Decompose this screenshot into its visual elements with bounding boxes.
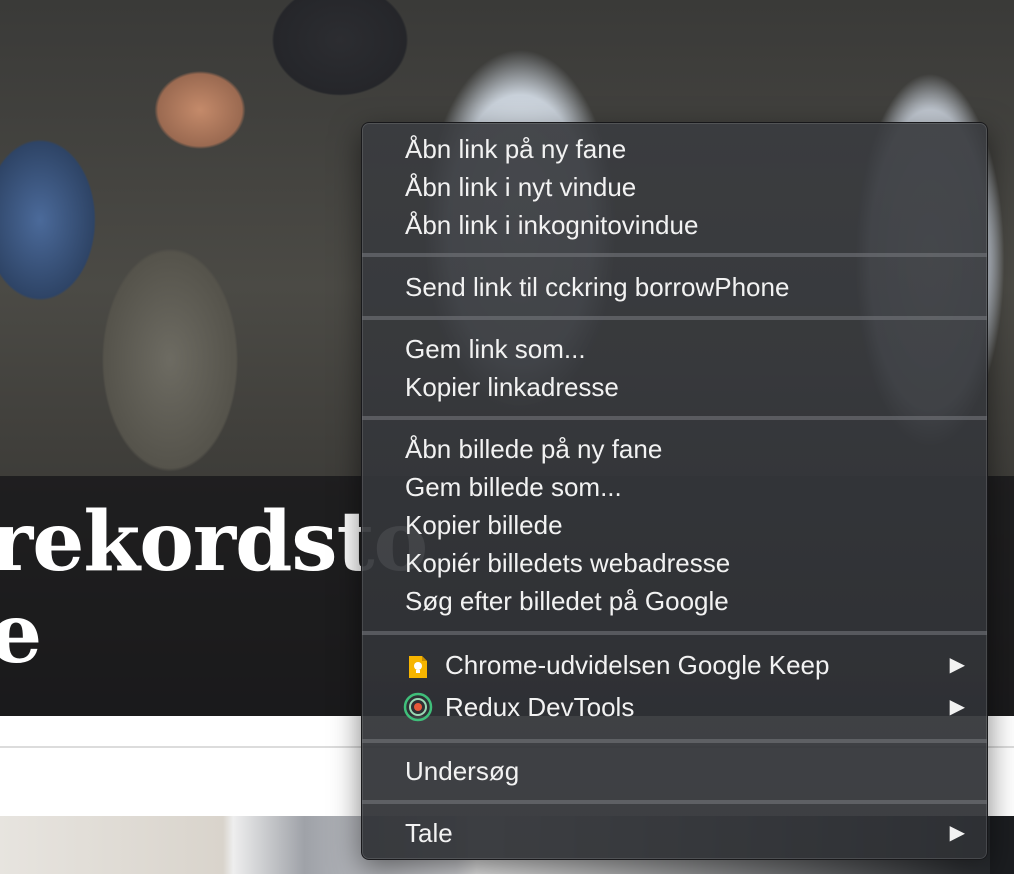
menu-item-label: Kopier billede xyxy=(405,510,563,540)
menu-item-save-image-as[interactable]: Gem billede som... xyxy=(362,468,987,506)
menu-item-search-image-google[interactable]: Søg efter billedet på Google xyxy=(362,582,987,620)
menu-item-redux-devtools-extension[interactable]: Redux DevTools ▶ xyxy=(362,688,987,726)
menu-item-label: Åbn link på ny fane xyxy=(405,134,627,164)
menu-item-send-link-to-device[interactable]: Send link til cckring borrowPhone xyxy=(362,268,987,306)
menu-separator xyxy=(362,416,987,420)
menu-item-label: Søg efter billedet på Google xyxy=(405,586,729,616)
browser-page: rekordsto e Åbn link på ny fane Åbn link… xyxy=(0,0,1014,874)
menu-item-label: Chrome-udvidelsen Google Keep xyxy=(445,650,830,680)
menu-item-label: Åbn billede på ny fane xyxy=(405,434,663,464)
menu-item-copy-image[interactable]: Kopier billede xyxy=(362,506,987,544)
context-menu: Åbn link på ny fane Åbn link i nyt vindu… xyxy=(361,122,988,860)
menu-item-copy-image-address[interactable]: Kopiér billedets webadresse xyxy=(362,544,987,582)
headline-line-2: e xyxy=(0,586,42,682)
menu-item-label: Kopiér billedets webadresse xyxy=(405,548,731,578)
menu-item-label: Åbn link i inkognitovindue xyxy=(405,210,699,240)
menu-item-label: Gem billede som... xyxy=(405,472,622,502)
menu-item-copy-link-address[interactable]: Kopier linkadresse xyxy=(362,368,987,406)
submenu-arrow-icon: ▶ xyxy=(949,822,965,844)
menu-item-label: Åbn link i nyt vindue xyxy=(405,172,637,202)
menu-item-label: Redux DevTools xyxy=(445,692,635,722)
menu-separator xyxy=(362,739,987,743)
menu-item-open-image-new-tab[interactable]: Åbn billede på ny fane xyxy=(362,430,987,468)
menu-item-label: Send link til cckring borrowPhone xyxy=(405,272,790,302)
redux-devtools-icon xyxy=(403,692,433,722)
menu-separator xyxy=(362,800,987,804)
menu-item-google-keep-extension[interactable]: Chrome-udvidelsen Google Keep ▶ xyxy=(362,646,987,684)
menu-item-open-link-incognito[interactable]: Åbn link i inkognitovindue xyxy=(362,206,987,244)
menu-item-open-link-new-tab[interactable]: Åbn link på ny fane xyxy=(362,130,987,168)
submenu-arrow-icon: ▶ xyxy=(949,696,965,718)
menu-item-save-link-as[interactable]: Gem link som... xyxy=(362,330,987,368)
menu-separator xyxy=(362,631,987,635)
menu-item-speech[interactable]: Tale ▶ xyxy=(362,814,987,852)
menu-item-label: Tale xyxy=(405,818,453,848)
menu-item-label: Gem link som... xyxy=(405,334,586,364)
menu-item-label: Undersøg xyxy=(405,756,520,786)
menu-item-label: Kopier linkadresse xyxy=(405,372,619,402)
submenu-arrow-icon: ▶ xyxy=(949,654,965,676)
google-keep-icon xyxy=(405,652,431,678)
page-edge xyxy=(990,816,1014,874)
menu-item-inspect[interactable]: Undersøg xyxy=(362,752,987,790)
menu-separator xyxy=(362,253,987,257)
menu-item-open-link-new-window[interactable]: Åbn link i nyt vindue xyxy=(362,168,987,206)
menu-separator xyxy=(362,316,987,320)
